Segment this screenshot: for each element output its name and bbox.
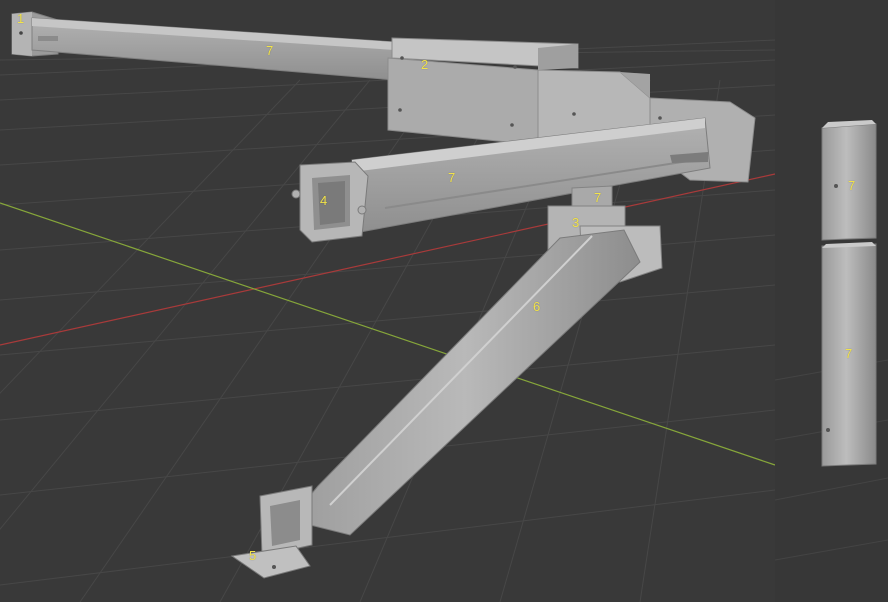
label-part-5: 5	[249, 548, 257, 563]
label-part-2: 2	[421, 57, 429, 72]
blender-3d-viewport[interactable]: 1 7 2 7 4 7 3 6 5 7 7	[0, 0, 888, 602]
label-part-7-right-upper: 7	[848, 178, 856, 193]
label-part-7-connector: 7	[594, 190, 602, 205]
label-part-1: 1	[17, 11, 25, 26]
part-4-square-end[interactable]	[291, 161, 369, 243]
label-part-4: 4	[320, 193, 328, 208]
label-part-3: 3	[572, 215, 580, 230]
viewport-canvas[interactable]	[0, 0, 888, 602]
label-part-7-front-bar: 7	[448, 170, 456, 185]
label-part-7-top-bar: 7	[266, 43, 274, 58]
label-part-7-right-lower: 7	[845, 346, 853, 361]
part-5-foot[interactable]	[230, 485, 313, 579]
label-part-6: 6	[533, 299, 541, 314]
